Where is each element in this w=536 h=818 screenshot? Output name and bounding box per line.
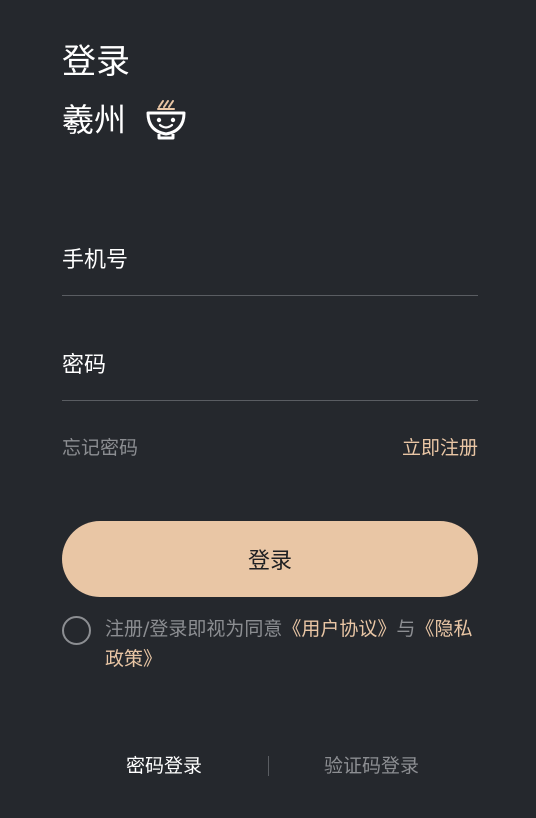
register-link[interactable]: 立即注册 <box>402 434 478 462</box>
brand: 羲州 <box>62 98 188 142</box>
login-button[interactable]: 登录 <box>62 521 478 597</box>
agreement-text: 注册/登录即视为同意《用户协议》与《隐私政策》 <box>105 614 477 674</box>
user-agreement-link[interactable]: 《用户协议》 <box>282 618 396 640</box>
tab-divider <box>268 756 269 776</box>
agreement-checkbox[interactable] <box>62 616 91 645</box>
password-field-wrapper <box>62 345 478 401</box>
phone-input[interactable] <box>62 240 478 280</box>
tab-password-login[interactable]: 密码登录 <box>126 750 202 782</box>
phone-field-wrapper <box>62 240 478 296</box>
login-mode-tabs: 密码登录 验证码登录 <box>0 750 536 782</box>
forgot-password-link[interactable]: 忘记密码 <box>62 434 138 462</box>
tab-code-login[interactable]: 验证码登录 <box>324 750 419 782</box>
agreement-row: 注册/登录即视为同意《用户协议》与《隐私政策》 <box>62 614 482 674</box>
agreement-prefix: 注册/登录即视为同意 <box>105 618 283 640</box>
page-title: 登录 <box>62 42 130 82</box>
brand-name: 羲州 <box>62 101 127 139</box>
password-input[interactable] <box>62 345 478 385</box>
agreement-conjunction: 与 <box>396 618 416 640</box>
noodle-bowl-icon <box>144 98 188 142</box>
